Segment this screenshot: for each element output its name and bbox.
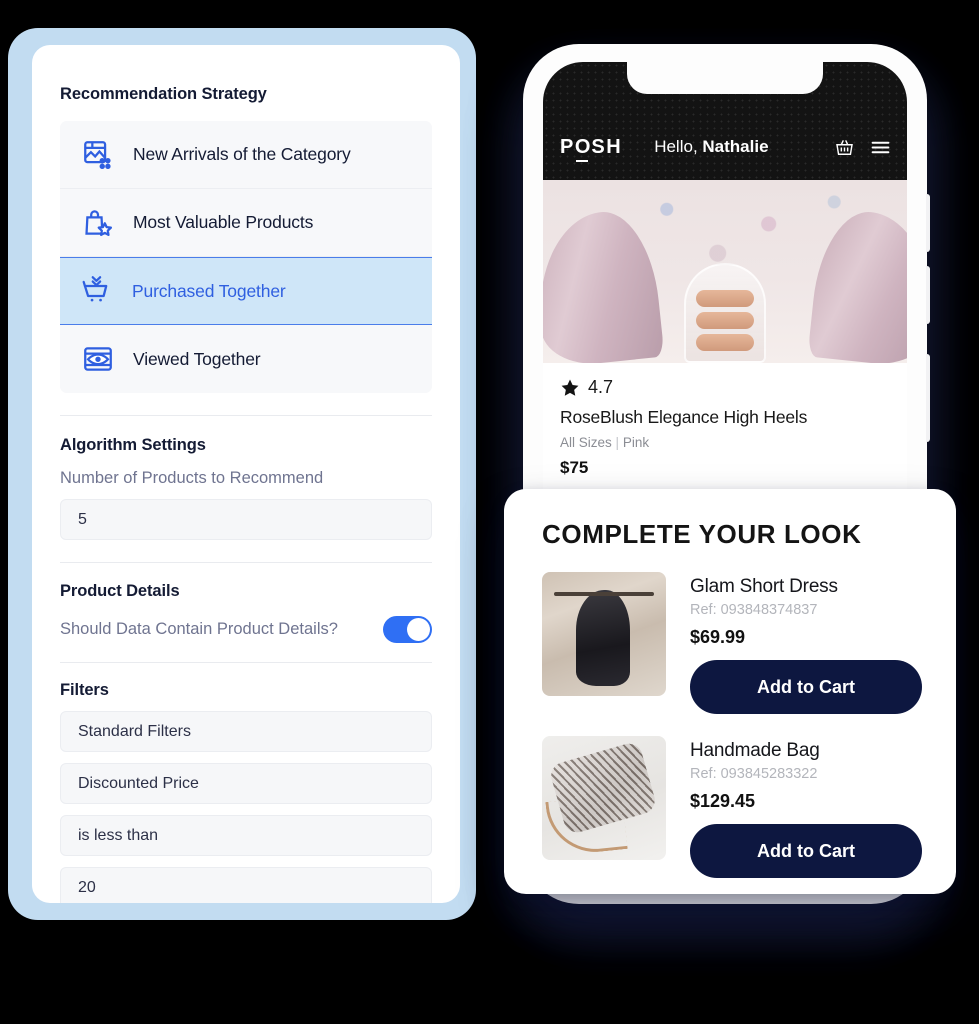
product-hero-image bbox=[543, 180, 907, 363]
phone-notch bbox=[627, 62, 823, 94]
strategy-list: New Arrivals of the Category Most Valuab… bbox=[60, 121, 432, 393]
product-color: Pink bbox=[622, 435, 650, 450]
phone-side-button-down[interactable] bbox=[926, 266, 930, 324]
recommended-item-row: Handmade Bag Ref: 093845283322 $129.45 A… bbox=[542, 736, 922, 878]
divider bbox=[60, 562, 432, 563]
recommended-item-price: $129.45 bbox=[690, 791, 756, 811]
complete-your-look-card: COMPLETE YOUR LOOK Glam Short Dress Ref:… bbox=[504, 489, 956, 894]
filter-value: Standard Filters bbox=[78, 722, 191, 740]
macaron bbox=[696, 290, 754, 307]
add-to-cart-button[interactable]: Add to Cart bbox=[690, 824, 922, 878]
meta-separator: | bbox=[615, 435, 620, 450]
filter-input-amount[interactable]: 20 bbox=[60, 867, 432, 903]
filter-value: 20 bbox=[78, 878, 96, 896]
recommended-item-name: Glam Short Dress bbox=[690, 576, 838, 597]
valuable-products-icon bbox=[85, 209, 113, 236]
product-rating: 4.7 bbox=[560, 377, 890, 398]
toggle-knob bbox=[407, 618, 430, 641]
product-details-title: Product Details bbox=[60, 582, 180, 600]
phone-side-button-up[interactable] bbox=[926, 194, 930, 252]
recommended-item-ref: Ref: 093848374837 bbox=[690, 602, 818, 618]
settings-panel-frame: Recommendation Strategy New Arrivals of … bbox=[8, 28, 476, 920]
macaron bbox=[696, 334, 754, 351]
heel-right bbox=[807, 207, 907, 363]
product-details-toggle[interactable] bbox=[383, 616, 432, 643]
complete-your-look-heading: COMPLETE YOUR LOOK bbox=[542, 519, 862, 549]
strategy-item-purchased-together[interactable]: Purchased Together bbox=[60, 257, 432, 325]
phone-power-button[interactable] bbox=[926, 354, 930, 442]
divider bbox=[60, 662, 432, 663]
star-icon bbox=[561, 379, 579, 396]
recommended-item-price: $69.99 bbox=[690, 627, 746, 647]
filter-select-operator[interactable]: is less than bbox=[60, 815, 432, 856]
new-arrivals-icon bbox=[84, 140, 111, 169]
posh-logo: P O SH bbox=[560, 135, 623, 162]
filter-value: is less than bbox=[78, 826, 159, 844]
eye-view-icon bbox=[84, 347, 112, 371]
heel-left bbox=[543, 207, 665, 363]
macaron-dome bbox=[684, 263, 766, 363]
filters-title: Filters bbox=[60, 681, 109, 699]
product-sizes: All Sizes bbox=[560, 435, 612, 450]
recommended-item-details: Handmade Bag Ref: 093845283322 $129.45 A… bbox=[690, 736, 922, 878]
filter-select-standard[interactable]: Standard Filters bbox=[60, 711, 432, 752]
logo-o: O bbox=[574, 135, 592, 162]
bag-thumbnail[interactable] bbox=[542, 736, 666, 860]
product-details-toggle-label: Should Data Contain Product Details? bbox=[60, 620, 338, 638]
greeting: Hello, Nathalie bbox=[654, 137, 768, 157]
recommended-item-row: Glam Short Dress Ref: 093848374837 $69.9… bbox=[542, 572, 922, 714]
greeting-prefix: Hello, bbox=[654, 137, 703, 156]
filter-select-field[interactable]: Discounted Price bbox=[60, 763, 432, 804]
shopping-basket-icon[interactable] bbox=[835, 138, 854, 157]
divider bbox=[60, 415, 432, 416]
product-price: $75 bbox=[560, 458, 589, 477]
app-header-icons bbox=[835, 138, 890, 157]
filter-value: Discounted Price bbox=[78, 774, 199, 792]
greeting-name: Nathalie bbox=[702, 137, 769, 156]
recommended-item-details: Glam Short Dress Ref: 093848374837 $69.9… bbox=[690, 572, 922, 714]
recommendation-strategy-title: Recommendation Strategy bbox=[60, 85, 267, 103]
recommended-item-name: Handmade Bag bbox=[690, 740, 820, 761]
strategy-label: Purchased Together bbox=[132, 280, 286, 301]
dress-thumbnail[interactable] bbox=[542, 572, 666, 696]
phone-status-bar: P O SH Hello, Nathalie bbox=[543, 62, 907, 180]
app-header: P O SH Hello, Nathalie bbox=[543, 114, 907, 180]
product-meta: All Sizes | Pink bbox=[560, 435, 890, 450]
strategy-label: Most Valuable Products bbox=[133, 212, 314, 232]
product-title: RoseBlush Elegance High Heels bbox=[560, 407, 808, 427]
strategy-label: Viewed Together bbox=[133, 348, 261, 369]
shopping-cart-icon bbox=[82, 276, 108, 302]
strategy-item-new-arrivals[interactable]: New Arrivals of the Category bbox=[60, 121, 432, 189]
strategy-item-most-valuable[interactable]: Most Valuable Products bbox=[60, 189, 432, 257]
hamburger-menu-icon[interactable] bbox=[871, 140, 890, 155]
product-details-toggle-row: Should Data Contain Product Details? bbox=[60, 616, 432, 643]
strategy-item-viewed-together[interactable]: Viewed Together bbox=[60, 325, 432, 393]
settings-panel: Recommendation Strategy New Arrivals of … bbox=[32, 45, 460, 903]
strategy-label: New Arrivals of the Category bbox=[133, 144, 351, 164]
logo-sh: SH bbox=[591, 135, 623, 158]
algorithm-settings-title: Algorithm Settings bbox=[60, 436, 206, 454]
number-of-products-input[interactable]: 5 bbox=[60, 499, 432, 540]
macaron bbox=[696, 312, 754, 329]
number-of-products-value: 5 bbox=[78, 510, 87, 528]
logo-p: P bbox=[560, 135, 575, 158]
rating-value: 4.7 bbox=[588, 377, 614, 397]
add-to-cart-button[interactable]: Add to Cart bbox=[690, 660, 922, 714]
screenshot-root: Recommendation Strategy New Arrivals of … bbox=[0, 0, 979, 1024]
number-of-products-label: Number of Products to Recommend bbox=[60, 469, 324, 487]
recommended-item-ref: Ref: 093845283322 bbox=[690, 766, 818, 782]
